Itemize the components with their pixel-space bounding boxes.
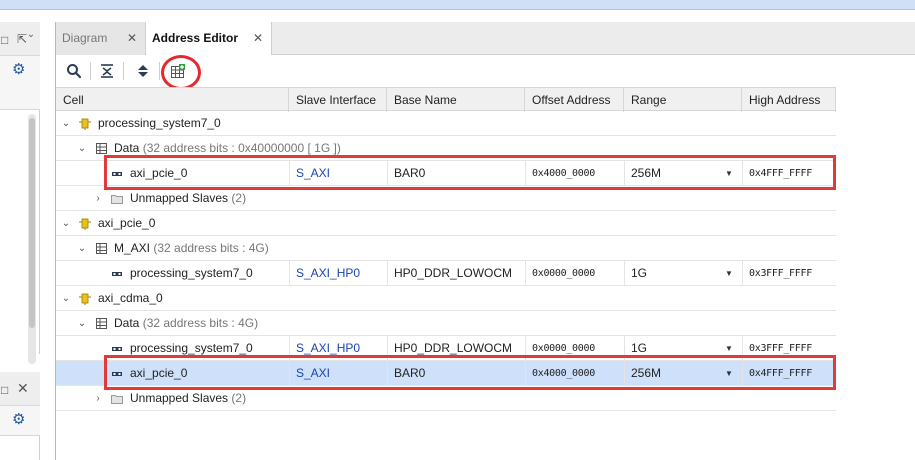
close-icon[interactable]: ✕ [127,22,137,55]
dropdown-arrow-icon[interactable]: ▼ [725,261,733,286]
high-address: 0x3FFF_FFFF [742,261,836,286]
address-space-name: M_AXI [114,241,151,255]
address-space-detail: (32 address bits : 4G) [153,241,269,255]
unmapped-slaves-count: (2) [231,191,247,205]
toolbar-separator [123,62,124,80]
cell-name: processing_system7_0 [98,116,221,130]
address-space-icon [94,142,108,155]
chevron-right-icon[interactable]: › [92,186,104,211]
unmapped-slaves-count: (2) [231,391,247,405]
slave-interface-icon [110,342,124,355]
chevron-down-icon[interactable]: ⌄ [76,236,88,261]
column-header-offset-address[interactable]: Offset Address [525,88,624,112]
left-panel-lower-header: □ ✕ [0,372,40,406]
left-panel-lower-toolbar: ⚙ [0,406,40,436]
annotation-box [104,155,836,190]
table-row[interactable]: ⌄ axi_pcie_0 [56,211,836,236]
address-editor-panel: Diagram ✕ Address Editor ✕ Cell Slave In… [55,22,915,460]
offset-address[interactable]: 0x0000_0000 [525,261,624,286]
expand-all-icon[interactable] [134,62,152,80]
column-header-slave-interface[interactable]: Slave Interface [289,88,387,112]
vertical-scrollbar[interactable] [28,114,36,364]
gear-icon[interactable]: ⚙ [12,412,25,428]
search-icon[interactable] [65,62,83,80]
folder-icon [110,192,124,205]
ip-block-icon [78,217,92,230]
cell-name: Data (32 address bits : 4G) [108,311,258,336]
chevron-down-icon[interactable]: ⌄ [76,136,88,161]
chevron-down-icon[interactable]: ⌄ [60,286,72,311]
unmapped-slaves-label: Unmapped Slaves [130,391,229,405]
restore-window-icon[interactable]: □ [1,383,8,397]
range-value: 1G [631,341,648,355]
cell-name: M_AXI (32 address bits : 4G) [108,236,269,261]
ip-block-icon [78,117,92,130]
base-name: HP0_DDR_LOWOCM [387,261,525,286]
address-space-icon [94,317,108,330]
ip-block-icon [78,292,92,305]
cell-name: axi_cdma_0 [98,291,163,305]
column-header-high-address[interactable]: High Address [742,88,836,112]
tab-bar: Diagram ✕ Address Editor ✕ [56,22,915,56]
left-panel-upper: □ ⇱ ⚙ ⌄ [0,22,40,364]
scroll-down-icon[interactable]: ⌄ [25,22,37,47]
unmapped-slaves-label: Unmapped Slaves [130,191,229,205]
tab-address-editor-label: Address Editor [152,31,239,45]
table-row[interactable]: ⌄ Data (32 address bits : 4G) [56,311,836,336]
column-header-base-name[interactable]: Base Name [387,88,525,112]
table-row[interactable]: ⌄ processing_system7_0 [56,111,836,136]
collapse-all-icon[interactable] [98,62,116,80]
annotation-circle [161,55,201,90]
folder-icon [110,392,124,405]
address-space-name: Data [114,316,140,330]
cell-name: axi_pcie_0 [98,216,156,230]
table-row[interactable]: ⌄ M_AXI (32 address bits : 4G) [56,236,836,261]
address-space-name: Data [114,141,140,155]
annotation-box [104,355,836,390]
restore-window-icon[interactable]: □ [1,33,8,47]
slave-interface-icon [110,267,124,280]
tab-diagram[interactable]: Diagram ✕ [56,22,146,55]
tab-diagram-label: Diagram [62,31,108,45]
range-value: 1G [631,266,648,280]
chevron-right-icon[interactable]: › [92,386,104,411]
column-header-range[interactable]: Range [624,88,742,112]
tab-address-editor[interactable]: Address Editor ✕ [146,22,272,56]
toolbar-separator [90,62,91,80]
left-panel-upper-toolbar: ⚙ [0,56,40,110]
address-space-detail: (32 address bits : 0x40000000 [ 1G ]) [142,141,341,155]
gear-icon[interactable]: ⚙ [12,62,25,78]
address-space-detail: (32 address bits : 4G) [142,316,259,330]
scrollbar-thumb[interactable] [29,118,35,328]
table-row[interactable]: ⌄ axi_cdma_0 [56,286,836,311]
left-panel-lower: □ ✕ ⚙ [0,372,40,460]
cell-name: processing_system7_0 [130,266,253,280]
slave-interface-link[interactable]: S_AXI_HP0 [289,261,387,286]
chevron-down-icon[interactable]: ⌄ [60,111,72,136]
toolbar-separator [159,62,160,80]
chevron-down-icon[interactable]: ⌄ [76,311,88,336]
column-header-cell[interactable]: Cell [56,88,289,112]
chevron-down-icon[interactable]: ⌄ [60,211,72,236]
close-icon[interactable]: ✕ [17,381,29,395]
table-row[interactable]: processing_system7_0 S_AXI_HP0 HP0_DDR_L… [56,261,836,286]
close-icon[interactable]: ✕ [253,22,263,55]
address-space-icon [94,242,108,255]
top-menu-strip [0,0,915,10]
table-header: Cell Slave Interface Base Name Offset Ad… [56,87,836,112]
